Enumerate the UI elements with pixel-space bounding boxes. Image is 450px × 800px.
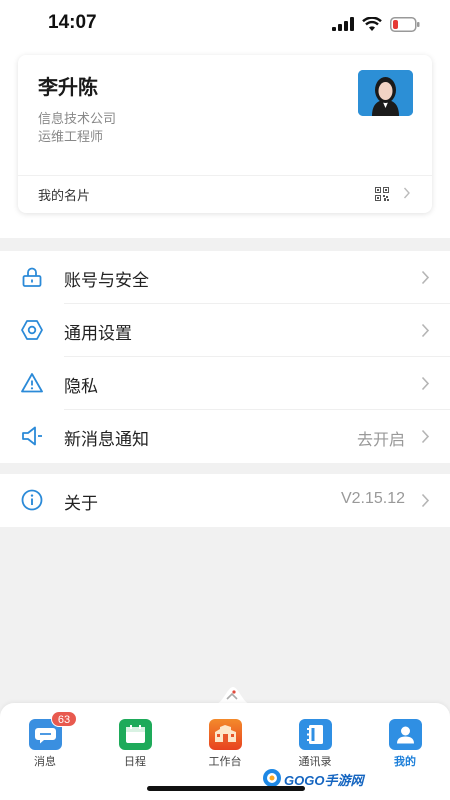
- building-icon: [209, 719, 242, 750]
- contacts-book-icon: [299, 719, 332, 750]
- menu-item-general-settings[interactable]: 通用设置: [0, 304, 450, 357]
- menu-value: 去开启: [356, 432, 405, 449]
- avatar[interactable]: [358, 70, 413, 116]
- tab-label: 工作台: [208, 756, 242, 768]
- tab-label: 日程: [124, 756, 146, 768]
- tab-workbench[interactable]: 工作台: [195, 717, 255, 777]
- my-business-card-link[interactable]: 我的名片: [18, 176, 432, 213]
- avatar-photo: [358, 70, 413, 116]
- tab-label: 通讯录: [298, 756, 332, 768]
- status-time: 14:07: [48, 12, 97, 33]
- menu-label: 通用设置: [64, 324, 132, 343]
- profile-company: 信息技术公司: [38, 111, 117, 126]
- battery-low-icon: [390, 16, 420, 32]
- profile-job-title: 运维工程师: [38, 129, 104, 144]
- chevron-right-icon: [421, 493, 430, 508]
- tab-mine[interactable]: 我的: [375, 717, 435, 777]
- watermark-logo-icon: [263, 769, 281, 787]
- qr-code-icon: [375, 187, 389, 201]
- menu-item-new-message-notification[interactable]: 新消息通知 去开启: [0, 410, 450, 463]
- chevron-right-icon: [421, 323, 430, 338]
- menu-label: 账号与安全: [64, 271, 149, 290]
- status-bar: 14:07: [0, 0, 450, 52]
- menu-item-about[interactable]: 关于 V2.15.12: [0, 474, 450, 527]
- profile-card[interactable]: 李升陈 信息技术公司 运维工程师 我的名片: [18, 55, 432, 213]
- settings-menu-group: 账号与安全 通用设置 隐私 新消息通知 去开启: [0, 251, 450, 463]
- tabbar-expand-handle[interactable]: [213, 681, 253, 705]
- signal-icon: [332, 17, 354, 31]
- tab-label: 我的: [394, 756, 416, 768]
- status-icons: [332, 14, 420, 34]
- menu-label: 隐私: [64, 377, 98, 396]
- chevron-right-icon: [421, 270, 430, 285]
- menu-item-account-security[interactable]: 账号与安全: [0, 251, 450, 304]
- chevron-right-icon: [421, 376, 430, 391]
- gear-icon: [21, 320, 43, 340]
- tab-messages[interactable]: 63 消息: [15, 711, 77, 777]
- tab-label: 消息: [34, 756, 56, 768]
- calendar-icon: [119, 719, 152, 750]
- about-menu-group: 关于 V2.15.12: [0, 474, 450, 527]
- speaker-icon: [22, 426, 42, 446]
- chevron-right-icon: [421, 429, 430, 444]
- profile-name: 李升陈: [38, 77, 98, 99]
- warning-icon: [21, 373, 43, 393]
- info-icon: [21, 489, 43, 511]
- wifi-icon: [362, 16, 382, 31]
- menu-label: 关于: [64, 494, 98, 513]
- lock-icon: [22, 267, 42, 287]
- menu-label: 新消息通知: [64, 430, 149, 449]
- tab-schedule[interactable]: 日程: [105, 717, 165, 777]
- menu-item-privacy[interactable]: 隐私: [0, 357, 450, 410]
- my-business-card-label: 我的名片: [38, 188, 91, 203]
- person-icon: [389, 719, 422, 750]
- chevron-right-icon: [403, 187, 410, 199]
- unread-badge: 63: [51, 711, 77, 727]
- home-indicator: [147, 786, 305, 791]
- version-value: V2.15.12: [340, 490, 405, 507]
